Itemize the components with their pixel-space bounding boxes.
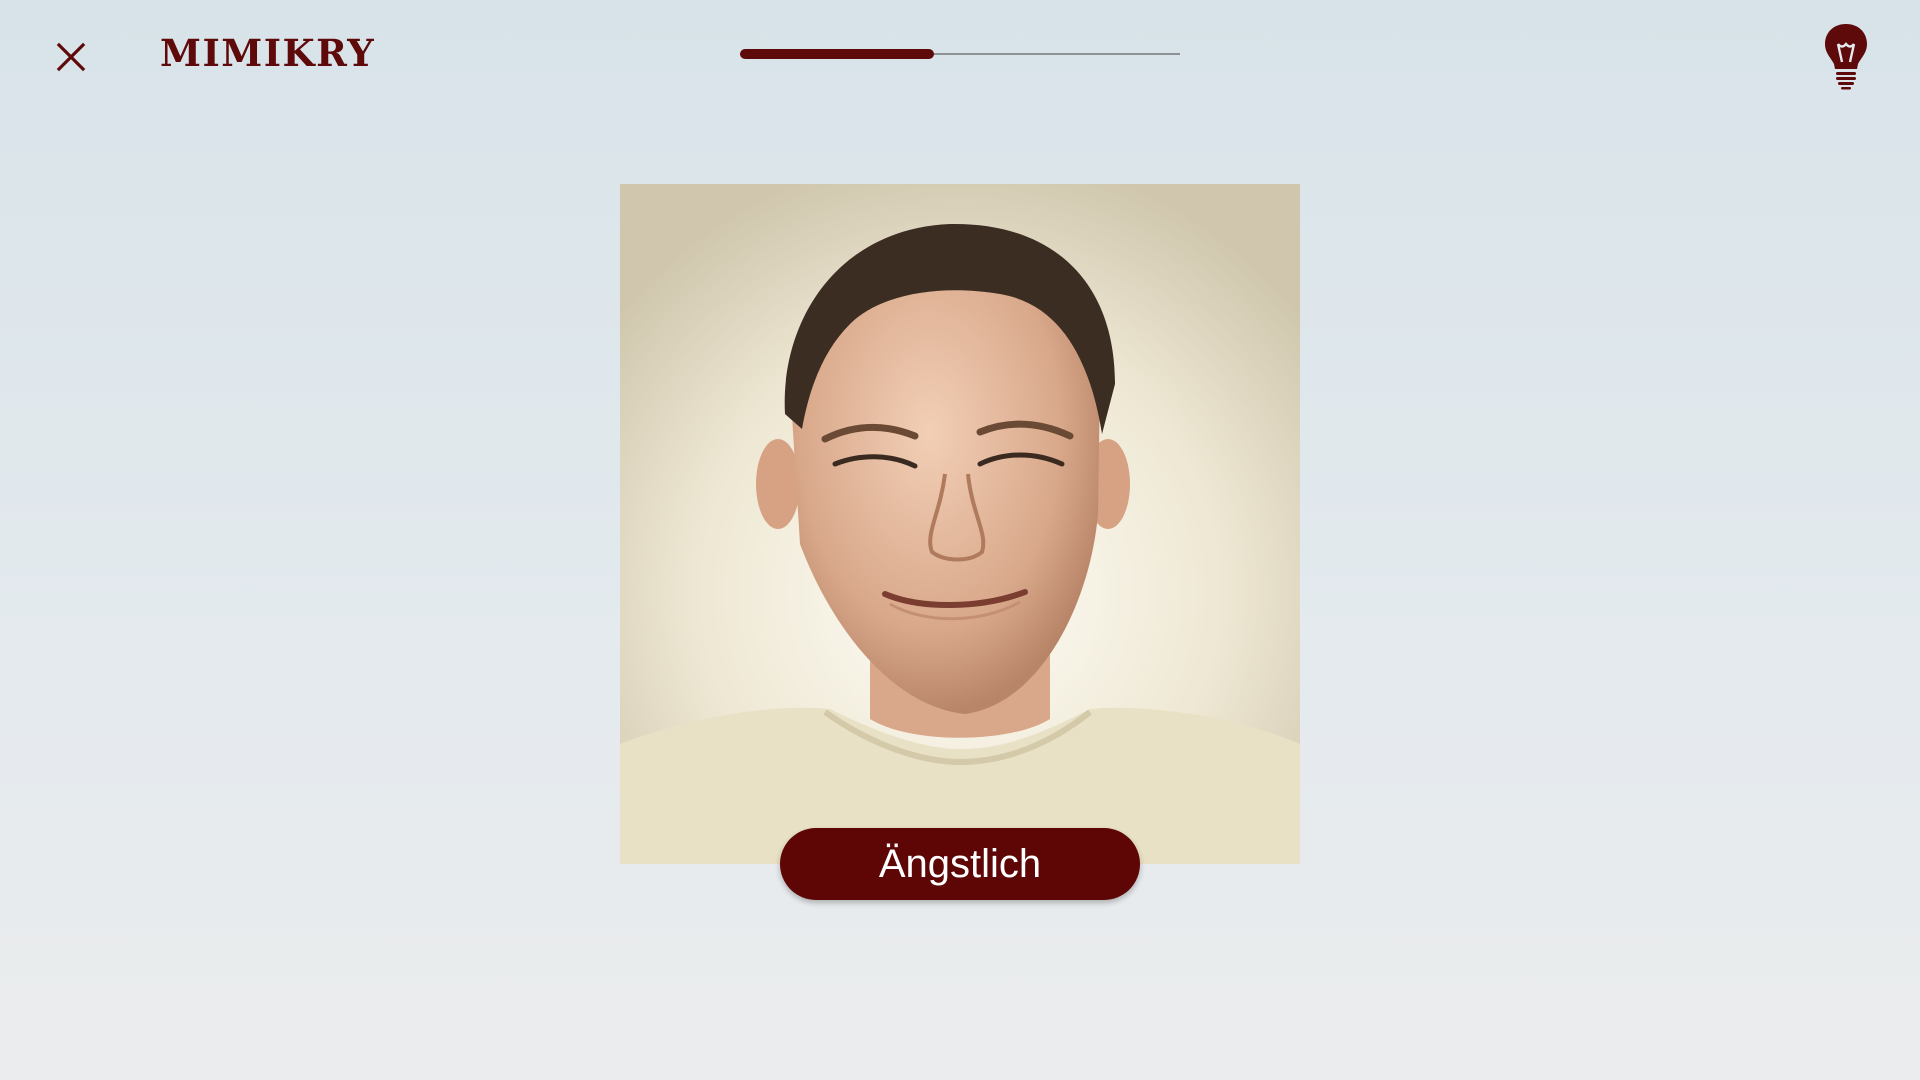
- top-bar: MIMIKRY: [0, 0, 1920, 110]
- face-photo: [620, 184, 1300, 864]
- face-illustration: [620, 184, 1300, 864]
- app-title: MIMIKRY: [160, 31, 376, 75]
- close-button[interactable]: [48, 34, 94, 80]
- lightbulb-icon: [1825, 24, 1867, 90]
- hint-button[interactable]: [1822, 22, 1870, 90]
- close-icon: [56, 42, 86, 72]
- answer-button[interactable]: Ängstlich: [780, 828, 1140, 900]
- progress-fill: [740, 49, 934, 59]
- progress-bar: [740, 48, 1180, 60]
